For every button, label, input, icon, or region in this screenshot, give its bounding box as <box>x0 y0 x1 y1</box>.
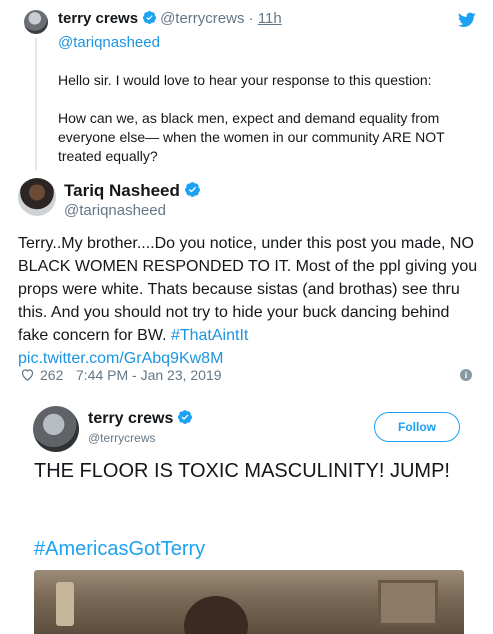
hashtag-link[interactable]: #ThatAintIt <box>171 327 248 344</box>
photo-person <box>184 596 248 634</box>
reply-paragraph: Hello sir. I would love to hear your res… <box>58 72 432 88</box>
photo-frame <box>378 580 438 626</box>
follow-button: Follow <box>374 412 460 442</box>
embedded-author-name-text: terry crews <box>88 410 174 427</box>
replying-to-link[interactable]: @tariqnasheed <box>58 34 160 51</box>
main-tweet-text: Terry..My brother....Do you notice, unde… <box>18 232 480 370</box>
embedded-photo <box>34 570 464 634</box>
reply-paragraph: How can we, as black men, expect and dem… <box>58 110 445 164</box>
thread-line <box>35 38 37 170</box>
main-author-name-text: Tariq Nasheed <box>64 181 180 200</box>
reply-tweet: terry crews @terrycrews · 11h @tariqnashe… <box>0 0 493 172</box>
reply-tweet-text: Hello sir. I would love to hear your res… <box>58 71 448 185</box>
reply-author-handle[interactable]: @terrycrews <box>160 10 244 27</box>
embedded-tweet-text: THE FLOOR IS TOXIC MASCULINITY! JUMP! <box>34 460 450 482</box>
verified-badge-icon <box>143 11 157 24</box>
photo-lamp <box>56 582 74 626</box>
terry-crews-avatar[interactable] <box>24 10 48 34</box>
pic-link[interactable]: pic.twitter.com/GrAbq9Kw8M <box>18 350 223 367</box>
info-icon[interactable]: i <box>460 369 472 381</box>
separator-dot: · <box>248 10 254 27</box>
like-count[interactable]: 262 <box>40 367 63 383</box>
embedded-author-handle: @terrycrews <box>88 431 156 445</box>
tariq-nasheed-avatar[interactable] <box>18 178 56 216</box>
tweet-datetime[interactable]: 7:44 PM - Jan 23, 2019 <box>76 367 222 383</box>
embedded-tweet-image[interactable]: terry crews @terrycrews Follow THE FLOOR… <box>18 392 480 634</box>
twitter-bird-icon[interactable] <box>458 12 476 28</box>
embedded-hashtag: #AmericasGotTerry <box>34 538 206 560</box>
verified-badge-icon <box>178 410 193 424</box>
reply-timestamp[interactable]: 11h <box>258 10 282 27</box>
reply-tweet-header: terry crews @terrycrews · 11h <box>58 10 282 27</box>
heart-icon[interactable] <box>20 367 35 382</box>
tweet-meta-bar: 262 7:44 PM - Jan 23, 2019 i <box>18 366 480 384</box>
main-author-name[interactable]: Tariq Nasheed <box>64 181 204 201</box>
main-author-handle[interactable]: @tariqnasheed <box>64 202 166 219</box>
embedded-avatar <box>33 406 79 452</box>
verified-badge-icon <box>184 182 200 197</box>
embedded-author-name: terry crews <box>88 409 196 428</box>
reply-author-name[interactable]: terry crews <box>58 10 138 27</box>
